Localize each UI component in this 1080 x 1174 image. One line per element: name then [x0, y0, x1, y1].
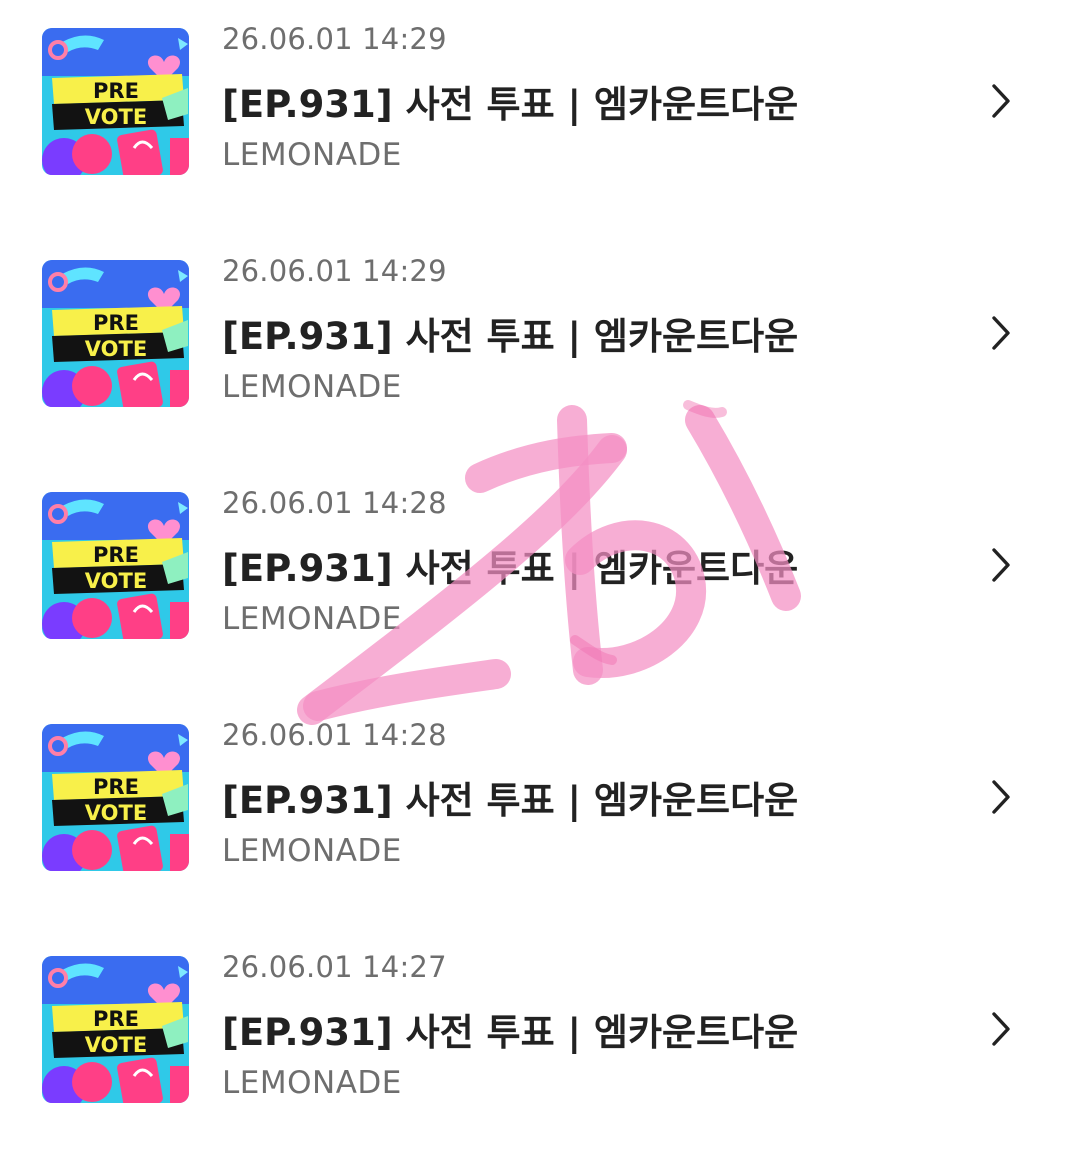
- vote-timestamp: 26.06.01 14:28: [222, 486, 447, 520]
- svg-text:VOTE: VOTE: [85, 105, 147, 129]
- artist-name: LEMONADE: [222, 1065, 402, 1101]
- pre-vote-thumbnail-art: PRE VOTE: [42, 956, 189, 1103]
- list-item[interactable]: PRE VOTE 26.06.01 14:29 [EP.931] 사전 투표 |…: [0, 232, 1080, 432]
- pre-vote-thumbnail: PRE VOTE: [42, 492, 189, 639]
- vote-title: [EP.931] 사전 투표 | 엠카운트다운: [222, 83, 799, 126]
- vote-timestamp: 26.06.01 14:29: [222, 254, 447, 288]
- svg-text:PRE: PRE: [93, 1007, 139, 1031]
- list-item[interactable]: PRE VOTE 26.06.01 14:28 [EP.931] 사전 투표 |…: [0, 464, 1080, 664]
- pre-vote-thumbnail-art: PRE VOTE: [42, 28, 189, 175]
- vote-title: [EP.931] 사전 투표 | 엠카운트다운: [222, 315, 799, 358]
- svg-text:VOTE: VOTE: [85, 1033, 147, 1057]
- pre-vote-thumbnail-art: PRE VOTE: [42, 260, 189, 407]
- svg-text:PRE: PRE: [93, 311, 139, 335]
- pre-vote-thumbnail-art: PRE VOTE: [42, 724, 189, 871]
- vote-timestamp: 26.06.01 14:28: [222, 718, 447, 752]
- pre-vote-thumbnail: PRE VOTE: [42, 28, 189, 175]
- pre-vote-thumbnail: PRE VOTE: [42, 260, 189, 407]
- artist-name: LEMONADE: [222, 601, 402, 637]
- svg-text:VOTE: VOTE: [85, 801, 147, 825]
- pre-vote-thumbnail: PRE VOTE: [42, 956, 189, 1103]
- artist-name: LEMONADE: [222, 833, 402, 869]
- list-item[interactable]: PRE VOTE 26.06.01 14:27 [EP.931] 사전 투표 |…: [0, 928, 1080, 1128]
- artist-name: LEMONADE: [222, 369, 402, 405]
- svg-text:PRE: PRE: [93, 79, 139, 103]
- svg-text:PRE: PRE: [93, 775, 139, 799]
- pre-vote-thumbnail-art: PRE VOTE: [42, 492, 189, 639]
- vote-timestamp: 26.06.01 14:27: [222, 950, 447, 984]
- vote-timestamp: 26.06.01 14:29: [222, 22, 447, 56]
- svg-text:VOTE: VOTE: [85, 337, 147, 361]
- vote-title: [EP.931] 사전 투표 | 엠카운트다운: [222, 547, 799, 590]
- vote-title: [EP.931] 사전 투표 | 엠카운트다운: [222, 779, 799, 822]
- chevron-right-icon[interactable]: [986, 314, 1016, 352]
- vote-title: [EP.931] 사전 투표 | 엠카운트다운: [222, 1011, 799, 1054]
- chevron-right-icon[interactable]: [986, 546, 1016, 584]
- artist-name: LEMONADE: [222, 137, 402, 173]
- list-item[interactable]: PRE VOTE 26.06.01 14:28 [EP.931] 사전 투표 |…: [0, 696, 1080, 896]
- pre-vote-thumbnail: PRE VOTE: [42, 724, 189, 871]
- chevron-right-icon[interactable]: [986, 1010, 1016, 1048]
- chevron-right-icon[interactable]: [986, 82, 1016, 120]
- list-item[interactable]: PRE VOTE 26.06.01 14:29 [EP.931] 사전 투표 |…: [0, 0, 1080, 200]
- chevron-right-icon[interactable]: [986, 778, 1016, 816]
- svg-text:VOTE: VOTE: [85, 569, 147, 593]
- svg-text:PRE: PRE: [93, 543, 139, 567]
